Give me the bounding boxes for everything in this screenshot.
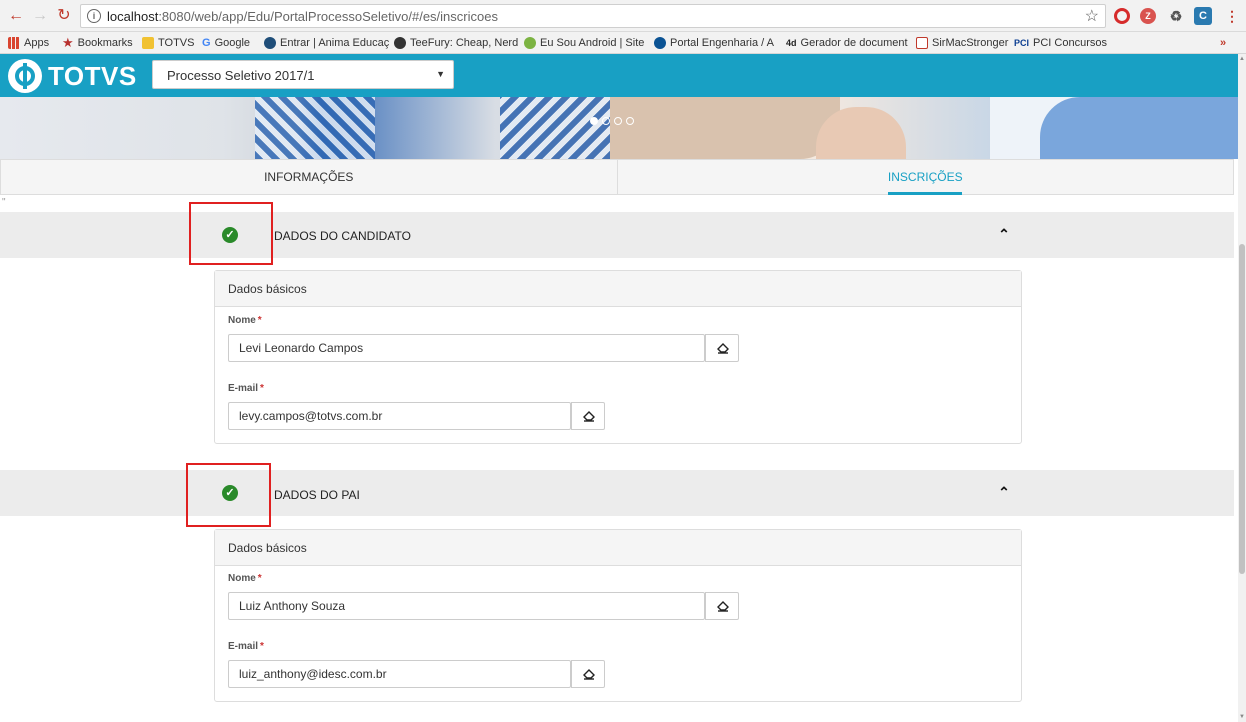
bookmark-item[interactable]: ★ Bookmarks: [62, 35, 133, 51]
bookmark-item[interactable]: TeeFury: Cheap, Nerd: [394, 35, 518, 51]
4devs-icon: 4d: [786, 38, 797, 48]
bookmark-item[interactable]: 4d Gerador de document: [786, 35, 908, 51]
address-bar[interactable]: i localhost:8080/web/app/Edu/PortalProce…: [80, 4, 1106, 28]
bookmark-item[interactable]: TOTVS: [142, 35, 194, 51]
pci-icon: PCI: [1014, 38, 1030, 48]
clear-nome-button[interactable]: [705, 592, 739, 620]
main-tabs: INFORMAÇÕES INSCRIÇÕES: [0, 159, 1234, 195]
card-title: Dados básicos: [215, 530, 1021, 566]
nome-input[interactable]: Levi Leonardo Campos: [228, 334, 705, 362]
bookmark-item[interactable]: Eu Sou Android | Site: [524, 35, 644, 51]
card-title: Dados básicos: [215, 271, 1021, 307]
apps-grid-icon: [8, 37, 20, 49]
bookmark-item[interactable]: Entrar | Anima Educaç: [264, 35, 389, 51]
reload-icon[interactable]: ↻: [54, 6, 74, 26]
portal-icon: [654, 37, 666, 49]
clear-nome-button[interactable]: [705, 334, 739, 362]
card-dados-basicos-candidato: Dados básicos Nome * Levi Leonardo Campos…: [214, 270, 1022, 444]
stray-text: ": [2, 197, 6, 208]
carousel-dot[interactable]: [626, 117, 634, 125]
carousel-indicators[interactable]: [590, 117, 634, 125]
card-dados-basicos-pai: Dados básicos Nome * Luiz Anthony Souza E…: [214, 529, 1022, 702]
bookmark-item[interactable]: Apps: [8, 35, 49, 51]
eraser-icon: [717, 601, 729, 612]
totvs-logo-icon: [8, 59, 42, 93]
eraser-icon: [583, 669, 595, 680]
extension-c-icon[interactable]: C: [1194, 7, 1212, 25]
back-arrow-icon[interactable]: ←: [6, 6, 26, 26]
site-info-icon[interactable]: i: [87, 9, 101, 23]
scroll-down-icon[interactable]: ▼: [1238, 714, 1246, 720]
google-icon: G: [202, 37, 211, 49]
bookmarks-bar: Apps ★ Bookmarks TOTVS G Google Entrar | A…: [0, 32, 1246, 54]
folder-icon: [142, 37, 154, 49]
anima-icon: [264, 37, 276, 49]
bookmark-item[interactable]: Portal Engenharia / A: [654, 35, 774, 51]
caret-down-icon: ▼: [436, 69, 445, 79]
tab-informacoes[interactable]: INFORMAÇÕES: [1, 160, 617, 194]
scroll-up-icon[interactable]: ▲: [1238, 56, 1246, 62]
clear-email-button[interactable]: [571, 660, 605, 688]
carousel-dot[interactable]: [602, 117, 610, 125]
highlight-box: [189, 202, 273, 265]
more-bookmarks-button[interactable]: »: [1220, 35, 1226, 51]
eraser-icon: [717, 343, 729, 354]
page-scrollbar[interactable]: ▲ ▼: [1238, 54, 1246, 722]
eraser-icon: [583, 411, 595, 422]
bookmark-star-icon[interactable]: ☆: [1085, 6, 1099, 26]
bookmark-item[interactable]: PCI PCI Concursos: [1014, 35, 1107, 51]
chevron-up-icon[interactable]: ⌃: [996, 484, 1012, 500]
app-header: TOTVS Processo Seletivo 2017/1 ▼: [0, 54, 1238, 97]
nome-input[interactable]: Luiz Anthony Souza: [228, 592, 705, 620]
zotero-icon[interactable]: Z: [1140, 8, 1156, 24]
recycle-icon[interactable]: ♻: [1166, 6, 1186, 26]
teefury-icon: [394, 37, 406, 49]
email-label: E-mail *: [228, 383, 264, 394]
url-text[interactable]: localhost:8080/web/app/Edu/PortalProcess…: [107, 9, 498, 24]
process-select[interactable]: Processo Seletivo 2017/1 ▼: [152, 60, 454, 89]
menu-kebab-icon[interactable]: ⋮: [1222, 6, 1242, 26]
highlight-box: [186, 463, 271, 527]
opera-icon[interactable]: [1114, 8, 1130, 24]
clear-email-button[interactable]: [571, 402, 605, 430]
nome-label: Nome *: [228, 315, 262, 326]
totvs-logo[interactable]: TOTVS: [8, 58, 137, 94]
scrollbar-thumb[interactable]: [1239, 244, 1245, 574]
chevron-up-icon[interactable]: ⌃: [996, 226, 1012, 242]
bookmark-item[interactable]: SirMacStronger: [916, 35, 1008, 51]
carousel-dot[interactable]: [614, 117, 622, 125]
browser-toolbar: ← → ↻ i localhost:8080/web/app/Edu/Porta…: [0, 0, 1246, 32]
tab-inscricoes[interactable]: INSCRIÇÕES: [616, 160, 1234, 195]
bookmark-item[interactable]: G Google: [202, 35, 250, 51]
section-header-candidato[interactable]: ✓ DADOS DO CANDIDATO ⌃: [0, 212, 1234, 258]
android-icon: [524, 37, 536, 49]
carousel-dot[interactable]: [590, 117, 598, 125]
nome-label: Nome *: [228, 573, 262, 584]
star-icon: ★: [62, 35, 74, 50]
doc-icon: [916, 37, 928, 49]
email-input[interactable]: levy.campos@totvs.com.br: [228, 402, 571, 430]
email-input[interactable]: luiz_anthony@idesc.com.br: [228, 660, 571, 688]
email-label: E-mail *: [228, 641, 264, 652]
banner-image: [0, 97, 1238, 159]
forward-arrow-icon[interactable]: →: [30, 6, 50, 26]
